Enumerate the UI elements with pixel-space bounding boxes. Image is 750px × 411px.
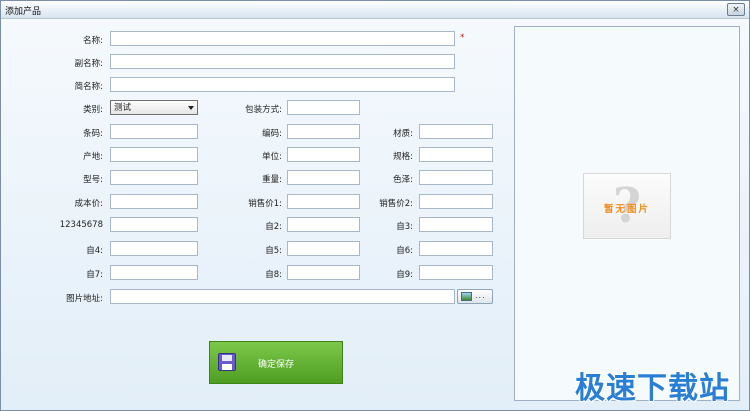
- image-preview-panel: ? 暂无图片: [514, 26, 740, 401]
- browse-image-button[interactable]: ...: [457, 289, 493, 304]
- window-title: 添加产品: [5, 7, 42, 17]
- price2-input[interactable]: [419, 194, 493, 209]
- floppy-disk-icon: [218, 353, 236, 371]
- name-input[interactable]: [110, 31, 455, 46]
- code-input[interactable]: [287, 124, 360, 139]
- watermark-logo: 极速下载站: [575, 371, 730, 406]
- category-label: 类别:: [83, 105, 103, 115]
- save-button-label: 确定保存: [258, 360, 295, 370]
- barcode-label: 条码:: [83, 129, 103, 139]
- browse-label: ...: [475, 291, 486, 300]
- cost-input[interactable]: [110, 194, 198, 209]
- price2-label: 销售价2:: [379, 199, 413, 209]
- packing-input[interactable]: [287, 100, 360, 115]
- title-bar: 添加产品 ×: [1, 1, 749, 19]
- image-path-input[interactable]: [110, 289, 455, 304]
- custom9-input[interactable]: [419, 265, 493, 280]
- custom9-label: 自9:: [396, 270, 413, 280]
- custom7-input[interactable]: [110, 265, 198, 280]
- custom6-label: 自6:: [396, 246, 413, 256]
- custom2-input[interactable]: [287, 217, 360, 232]
- custom6-input[interactable]: [419, 241, 493, 256]
- code-label: 编码:: [262, 129, 282, 139]
- custom1-label: 12345678: [59, 220, 103, 230]
- shortname-label: 简名称:: [74, 82, 103, 92]
- close-button[interactable]: ×: [727, 3, 745, 16]
- name-label: 名称:: [83, 36, 103, 46]
- color-label: 色泽:: [393, 175, 413, 185]
- price1-label: 销售价1:: [248, 199, 282, 209]
- image-path-label: 图片地址:: [66, 294, 103, 304]
- unit-input[interactable]: [287, 147, 360, 162]
- color-input[interactable]: [419, 170, 493, 185]
- custom5-label: 自5:: [265, 246, 282, 256]
- custom8-input[interactable]: [287, 265, 360, 280]
- origin-label: 产地:: [83, 152, 103, 162]
- price1-input[interactable]: [287, 194, 360, 209]
- custom5-input[interactable]: [287, 241, 360, 256]
- shortname-input[interactable]: [110, 77, 455, 92]
- no-image-placeholder: ? 暂无图片: [583, 173, 671, 239]
- no-image-text: 暂无图片: [603, 204, 650, 215]
- category-select[interactable]: 测试: [110, 100, 198, 115]
- barcode-input[interactable]: [110, 124, 198, 139]
- chevron-down-icon: [188, 106, 194, 110]
- custom2-label: 自2:: [265, 222, 282, 232]
- image-icon: [461, 292, 472, 301]
- cost-label: 成本价:: [74, 199, 103, 209]
- category-selected-value: 测试: [114, 103, 132, 113]
- spec-input[interactable]: [419, 147, 493, 162]
- unit-label: 单位:: [262, 152, 282, 162]
- material-input[interactable]: [419, 124, 493, 139]
- spec-label: 规格:: [393, 152, 413, 162]
- weight-input[interactable]: [287, 170, 360, 185]
- model-input[interactable]: [110, 170, 198, 185]
- model-label: 型号:: [83, 175, 103, 185]
- custom8-label: 自8:: [265, 270, 282, 280]
- custom4-label: 自4:: [86, 246, 103, 256]
- custom7-label: 自7:: [86, 270, 103, 280]
- close-icon: ×: [732, 5, 740, 15]
- weight-label: 重量:: [262, 175, 282, 185]
- material-label: 材质:: [393, 129, 413, 139]
- required-mark: *: [460, 33, 465, 43]
- origin-input[interactable]: [110, 147, 198, 162]
- packing-label: 包装方式:: [245, 105, 282, 115]
- custom3-input[interactable]: [419, 217, 493, 232]
- confirm-save-button[interactable]: 确定保存: [209, 341, 343, 384]
- custom1-input[interactable]: [110, 217, 198, 232]
- custom4-input[interactable]: [110, 241, 198, 256]
- subname-input[interactable]: [110, 54, 455, 69]
- custom3-label: 自3:: [396, 222, 413, 232]
- subname-label: 副名称:: [74, 59, 103, 69]
